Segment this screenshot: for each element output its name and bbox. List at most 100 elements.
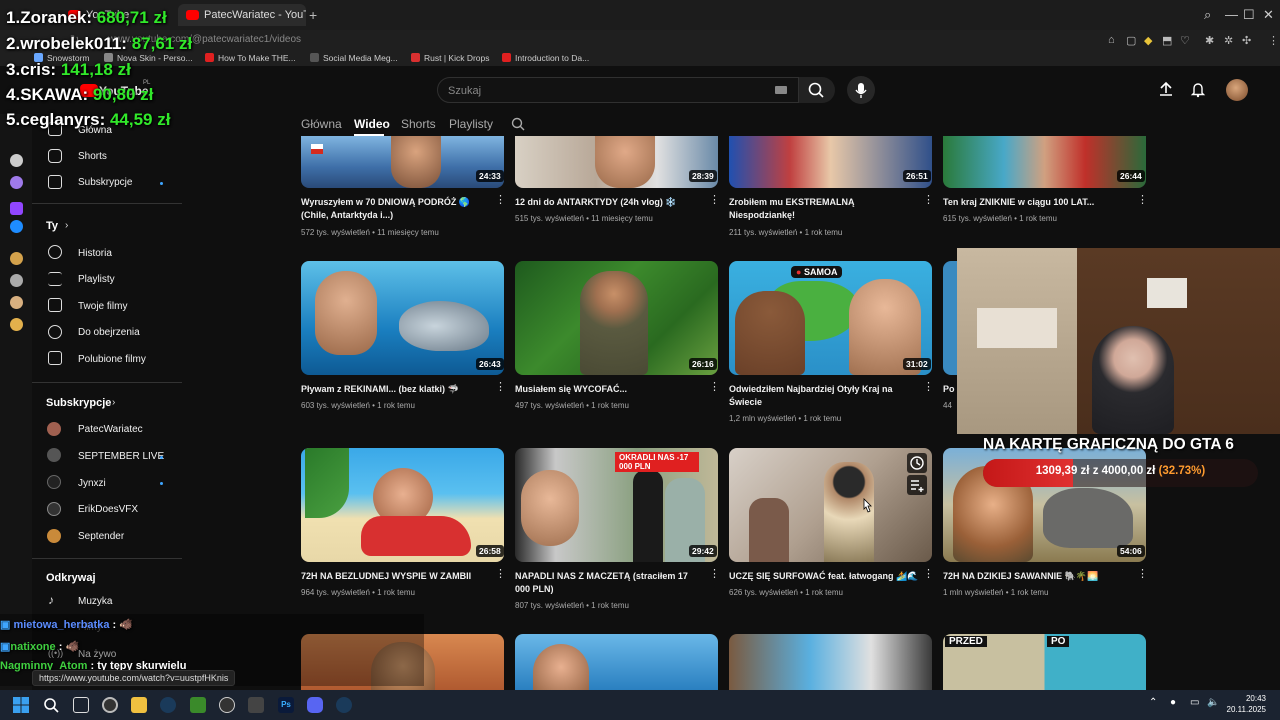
video-title[interactable]: 72H NA DZIKIEJ SAWANNIE 🐘🌴🌅 xyxy=(943,570,1128,583)
video-thumbnail[interactable] xyxy=(729,136,932,188)
video-title[interactable]: UCZĘ SIĘ SURFOWAĆ feat. łatwogang 🏄🌊 xyxy=(729,570,919,583)
video-thumbnail[interactable]: PRZED PO xyxy=(943,634,1146,690)
more-options-icon[interactable]: ⋮ xyxy=(709,382,720,393)
side-extension-icon[interactable] xyxy=(10,252,23,265)
voice-search-button[interactable] xyxy=(847,76,875,104)
tab-shorts[interactable]: Shorts xyxy=(401,117,436,131)
bookmark[interactable]: Rust | Kick Drops xyxy=(411,53,490,63)
more-options-icon[interactable]: ⋮ xyxy=(1137,569,1148,580)
video-thumbnail[interactable] xyxy=(729,448,932,562)
tab-playlists[interactable]: Playlisty xyxy=(449,117,493,131)
sidebar-item-music[interactable]: Muzyka xyxy=(78,596,112,607)
video-thumbnail[interactable]: ● SAMOA xyxy=(729,261,932,375)
sidebar-sub-item[interactable]: Septender xyxy=(78,531,124,542)
video-title[interactable]: Zrobiłem mu EKSTREMALNĄ Niespodziankę! xyxy=(729,196,914,222)
steam-icon[interactable] xyxy=(336,697,352,713)
side-extension-icon[interactable] xyxy=(10,274,23,287)
more-options-icon[interactable]: ⋮ xyxy=(495,569,506,580)
microphone-icon[interactable]: ● xyxy=(1170,697,1176,708)
maximize-icon[interactable]: ☐ xyxy=(1243,7,1255,23)
photoshop-icon[interactable]: Ps xyxy=(278,697,294,713)
video-thumbnail[interactable] xyxy=(943,136,1146,188)
more-options-icon[interactable]: ⋮ xyxy=(709,569,720,580)
speaker-icon[interactable]: 🔈 xyxy=(1207,697,1219,708)
more-options-icon[interactable]: ⋮ xyxy=(923,569,934,580)
more-options-icon[interactable]: ⋮ xyxy=(1137,195,1148,206)
bookmark[interactable]: Social Media Meg... xyxy=(310,53,398,63)
sidebar-item-watch-later[interactable]: Do obejrzenia xyxy=(78,327,140,338)
new-tab-plus-icon[interactable]: + xyxy=(309,7,317,23)
browser-icon[interactable] xyxy=(219,697,235,713)
heart-icon[interactable]: ♡ xyxy=(1180,34,1190,47)
video-thumbnail[interactable] xyxy=(301,448,504,562)
sidebar-item-history[interactable]: Historia xyxy=(78,248,112,259)
sidebar-sub-item[interactable]: SEPTEMBER LIVE xyxy=(78,451,164,462)
video-title[interactable]: Odwiedziłem Najbardziej Otyły Kraj na Św… xyxy=(729,383,914,409)
extension-icon[interactable]: ⬒ xyxy=(1162,34,1172,47)
file-explorer-icon[interactable] xyxy=(131,697,147,713)
taskbar-search-icon[interactable] xyxy=(43,697,59,713)
video-title[interactable]: NAPADLI NAS Z MACZETĄ (straciłem 17 000 … xyxy=(515,570,705,596)
video-thumbnail[interactable] xyxy=(301,261,504,375)
side-extension-icon[interactable] xyxy=(10,154,23,167)
tab-videos[interactable]: Wideo xyxy=(354,117,390,131)
watch-later-icon[interactable] xyxy=(907,453,927,473)
channel-search-icon[interactable] xyxy=(511,117,525,131)
sidebar-item-subscriptions[interactable]: Subskrypcje xyxy=(78,177,132,188)
settings-icon[interactable] xyxy=(10,318,23,331)
video-title[interactable]: Ten kraj ZNIKNIE w ciągu 100 LAT... xyxy=(943,196,1128,209)
twitch-icon[interactable] xyxy=(10,202,23,215)
monitor-icon[interactable]: ▭ xyxy=(1190,697,1199,708)
sidebar-item-liked[interactable]: Polubione filmy xyxy=(78,354,146,365)
task-view-icon[interactable] xyxy=(73,697,89,713)
video-title[interactable]: Musiałem się WYCOFAĆ... xyxy=(515,383,700,396)
extension-icon[interactable]: ⌂ xyxy=(1108,34,1115,46)
account-avatar[interactable] xyxy=(1226,79,1248,101)
video-title[interactable]: Wyruszyłem w 70 DNIOWĄ PODRÓŻ 🌎 (Chile, … xyxy=(301,196,486,222)
sidebar-section-subscriptions[interactable]: Subskrypcje xyxy=(46,397,111,409)
search-input[interactable] xyxy=(448,83,748,99)
bookmark[interactable]: Introduction to Da... xyxy=(502,53,589,63)
video-title[interactable]: Po xyxy=(943,383,957,396)
search-button[interactable] xyxy=(799,77,835,103)
video-thumbnail[interactable] xyxy=(515,261,718,375)
video-thumbnail[interactable] xyxy=(515,634,718,690)
video-thumbnail[interactable] xyxy=(515,136,718,188)
extension-icon[interactable]: ✲ xyxy=(1224,34,1233,47)
notification-bell-icon[interactable] xyxy=(1189,80,1207,98)
add-to-queue-icon[interactable] xyxy=(907,475,927,495)
video-title[interactable]: 72H NA BEZLUDNEJ WYSPIE W ZAMBII xyxy=(301,570,486,583)
more-options-icon[interactable]: ⋮ xyxy=(709,195,720,206)
sidebar-sub-item[interactable]: ErikDoesVFX xyxy=(78,504,138,515)
puzzle-icon[interactable]: ✣ xyxy=(1242,34,1251,47)
video-thumbnail[interactable] xyxy=(943,261,957,375)
close-icon[interactable]: ✕ xyxy=(1263,7,1274,23)
browser-tab-active[interactable]: PatecWariatec - YouTube xyxy=(178,4,306,26)
app-icon[interactable] xyxy=(248,697,264,713)
sidebar-item-shorts[interactable]: Shorts xyxy=(78,151,107,162)
extension-icon[interactable]: ▢ xyxy=(1126,34,1136,47)
video-title[interactable]: 12 dni do ANTARKTYDY (24h vlog) ❄️ xyxy=(515,196,700,209)
side-extension-icon[interactable] xyxy=(10,176,23,189)
upload-icon[interactable] xyxy=(1157,80,1175,98)
menu-icon[interactable]: ⋮ xyxy=(1268,34,1279,47)
video-thumbnail[interactable]: OKRADLI NAS -17 000 PLN xyxy=(515,448,718,562)
keyboard-icon[interactable] xyxy=(775,86,787,94)
side-extension-icon[interactable] xyxy=(10,296,23,309)
bookmark[interactable]: How To Make THE... xyxy=(205,53,296,63)
more-options-icon[interactable]: ⋮ xyxy=(495,195,506,206)
tab-home[interactable]: Główna xyxy=(301,117,342,131)
video-title[interactable]: Pływam z REKINAMI... (bez klatki) 🦈 xyxy=(301,383,486,396)
sidebar-sub-item[interactable]: Jynxzi xyxy=(78,478,106,489)
sidebar-item-your-videos[interactable]: Twoje filmy xyxy=(78,301,127,312)
extension-icon[interactable]: ✱ xyxy=(1205,34,1214,47)
minecraft-icon[interactable] xyxy=(190,697,206,713)
chevron-up-icon[interactable]: ⌃ xyxy=(1149,697,1157,708)
search-tabs-icon[interactable]: ⌕ xyxy=(1204,7,1211,23)
discord-icon[interactable] xyxy=(307,697,323,713)
taskbar-clock[interactable]: 20:43 20.11.2025 xyxy=(1226,693,1266,715)
sidebar-section-you[interactable]: Ty xyxy=(46,220,58,232)
sidebar-sub-item[interactable]: PatecWariatec xyxy=(78,424,143,435)
extension-icon[interactable]: ◆ xyxy=(1144,34,1152,47)
more-options-icon[interactable]: ⋮ xyxy=(923,382,934,393)
